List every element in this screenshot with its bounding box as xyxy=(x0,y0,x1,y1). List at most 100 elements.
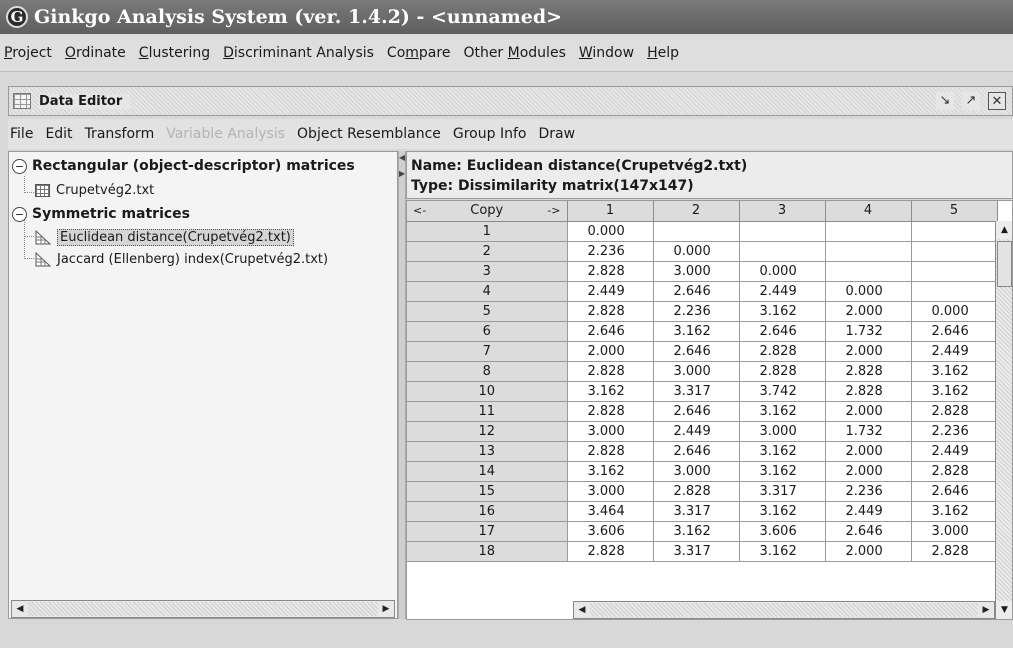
matrix-cell[interactable]: 3.162 xyxy=(567,381,654,402)
matrix-cell[interactable] xyxy=(739,221,826,242)
row-header[interactable]: 12 xyxy=(407,421,568,442)
row-header[interactable]: 10 xyxy=(407,381,568,402)
matrix-cell[interactable]: 0.000 xyxy=(825,281,912,302)
column-header[interactable]: 5 xyxy=(911,201,998,222)
menu-compare[interactable]: Compare xyxy=(387,45,451,61)
matrix-cell[interactable]: 2.828 xyxy=(567,541,654,562)
matrix-cell[interactable]: 3.464 xyxy=(567,501,654,522)
matrix-cell[interactable]: 0.000 xyxy=(739,261,826,282)
matrix-cell[interactable] xyxy=(825,221,912,242)
matrix-cell[interactable]: 3.000 xyxy=(653,361,740,382)
matrix-cell[interactable]: 2.828 xyxy=(739,361,826,382)
matrix-cell[interactable]: 3.162 xyxy=(653,521,740,542)
menu-project[interactable]: Project xyxy=(4,45,52,61)
matrix-cell[interactable]: 2.449 xyxy=(653,421,740,442)
matrix-cell[interactable]: 3.000 xyxy=(911,521,998,542)
scroll-thumb[interactable] xyxy=(997,241,1012,287)
tree-item-crupetveg2[interactable]: Crupetvég2.txt xyxy=(35,180,154,200)
matrix-cell[interactable]: 2.646 xyxy=(739,321,826,342)
matrix-cell[interactable]: 3.317 xyxy=(653,501,740,522)
matrix-cell[interactable]: 1.732 xyxy=(825,421,912,442)
matrix-cell[interactable]: 2.646 xyxy=(653,341,740,362)
menu-window[interactable]: Window xyxy=(579,45,634,61)
editor-menu-draw[interactable]: Draw xyxy=(538,126,575,142)
maximize-icon[interactable]: ↗ xyxy=(962,92,980,110)
matrix-cell[interactable]: 2.236 xyxy=(825,481,912,502)
menu-clustering[interactable]: Clustering xyxy=(139,45,210,61)
matrix-cell[interactable] xyxy=(911,241,998,262)
data-editor-title-bar[interactable]: Data Editor ↘ ↗ ✕ xyxy=(8,86,1013,116)
matrix-cell[interactable]: 2.000 xyxy=(825,301,912,322)
matrix-cell[interactable]: 3.000 xyxy=(653,261,740,282)
matrix-cell[interactable]: 2.449 xyxy=(567,281,654,302)
matrix-cell[interactable]: 3.162 xyxy=(739,441,826,462)
row-header[interactable]: 15 xyxy=(407,481,568,502)
tree-category-rectangular[interactable]: − Rectangular (object-descriptor) matric… xyxy=(12,156,355,176)
matrix-cell[interactable]: 3.000 xyxy=(567,481,654,502)
matrix-cell[interactable] xyxy=(653,221,740,242)
matrix-cell[interactable]: 3.317 xyxy=(653,541,740,562)
row-header[interactable]: 11 xyxy=(407,401,568,422)
matrix-cell[interactable]: 3.162 xyxy=(911,361,998,382)
matrix-cell[interactable]: 2.000 xyxy=(825,401,912,422)
scroll-down-icon[interactable]: ▼ xyxy=(996,601,1012,619)
matrix-cell[interactable]: 3.317 xyxy=(653,381,740,402)
matrix-cell[interactable]: 3.162 xyxy=(739,501,826,522)
row-header[interactable]: 8 xyxy=(407,361,568,382)
row-header[interactable]: 5 xyxy=(407,301,568,322)
matrix-cell[interactable]: 3.606 xyxy=(739,521,826,542)
matrix-cell[interactable]: 3.162 xyxy=(911,501,998,522)
matrix-cell[interactable]: 2.236 xyxy=(911,421,998,442)
matrix-cell[interactable]: 2.646 xyxy=(911,321,998,342)
matrix-cell[interactable]: 2.828 xyxy=(911,461,998,482)
matrix-cell[interactable]: 0.000 xyxy=(911,301,998,322)
menu-ordinate[interactable]: Ordinate xyxy=(65,45,126,61)
matrix-cell[interactable]: 2.828 xyxy=(739,341,826,362)
row-header[interactable]: 1 xyxy=(407,221,568,242)
column-header[interactable]: 4 xyxy=(825,201,912,222)
matrix-horizontal-scrollbar[interactable]: ◀ ▶ xyxy=(573,601,995,619)
matrix-cell[interactable] xyxy=(739,241,826,262)
tree-category-symmetric[interactable]: − Symmetric matrices xyxy=(12,204,190,224)
scroll-up-icon[interactable]: ▲ xyxy=(996,221,1012,239)
matrix-cell[interactable]: 2.828 xyxy=(567,401,654,422)
row-header[interactable]: 3 xyxy=(407,261,568,282)
matrix-cell[interactable]: 2.828 xyxy=(567,441,654,462)
row-header[interactable]: 13 xyxy=(407,441,568,462)
copy-button[interactable]: Copy xyxy=(470,203,503,218)
matrix-cell[interactable]: 2.000 xyxy=(825,461,912,482)
matrix-cell[interactable]: 3.162 xyxy=(739,541,826,562)
editor-menu-edit[interactable]: Edit xyxy=(45,126,72,142)
scroll-left-icon[interactable]: ◀ xyxy=(574,602,590,618)
minimize-icon[interactable]: ↘ xyxy=(936,92,954,110)
matrix-cell[interactable]: 1.732 xyxy=(825,321,912,342)
matrix-cell[interactable]: 2.646 xyxy=(653,281,740,302)
matrix-cell[interactable]: 2.236 xyxy=(567,241,654,262)
matrix-cell[interactable]: 3.000 xyxy=(653,461,740,482)
editor-menu-group-info[interactable]: Group Info xyxy=(453,126,527,142)
matrix-cell[interactable] xyxy=(911,221,998,242)
matrix-cell[interactable]: 2.000 xyxy=(825,341,912,362)
matrix-cell[interactable]: 2.449 xyxy=(911,341,998,362)
menu-help[interactable]: Help xyxy=(647,45,679,61)
matrix-cell[interactable]: 3.742 xyxy=(739,381,826,402)
matrix-cell[interactable]: 3.162 xyxy=(653,321,740,342)
row-header[interactable]: 2 xyxy=(407,241,568,262)
matrix-cell[interactable]: 2.828 xyxy=(911,541,998,562)
matrix-cell[interactable]: 2.828 xyxy=(825,361,912,382)
matrix-cell[interactable]: 2.646 xyxy=(653,441,740,462)
matrix-cell[interactable]: 3.162 xyxy=(567,461,654,482)
collapse-icon[interactable]: − xyxy=(12,206,27,222)
matrix-cell[interactable]: 0.000 xyxy=(653,241,740,262)
tree-horizontal-scrollbar[interactable]: ◀ ▶ xyxy=(11,600,395,618)
editor-menu-object-resemblance[interactable]: Object Resemblance xyxy=(297,126,441,142)
row-header[interactable]: 17 xyxy=(407,521,568,542)
tree-item-euclidean[interactable]: Euclidean distance(Crupetvég2.txt) xyxy=(35,227,294,247)
row-header[interactable]: 14 xyxy=(407,461,568,482)
matrix-cell[interactable]: 3.606 xyxy=(567,521,654,542)
row-header[interactable]: 18 xyxy=(407,541,568,562)
matrix-cell[interactable]: 2.646 xyxy=(825,521,912,542)
editor-menu-transform[interactable]: Transform xyxy=(85,126,155,142)
matrix-cell[interactable]: 2.828 xyxy=(567,301,654,322)
row-header[interactable]: 16 xyxy=(407,501,568,522)
